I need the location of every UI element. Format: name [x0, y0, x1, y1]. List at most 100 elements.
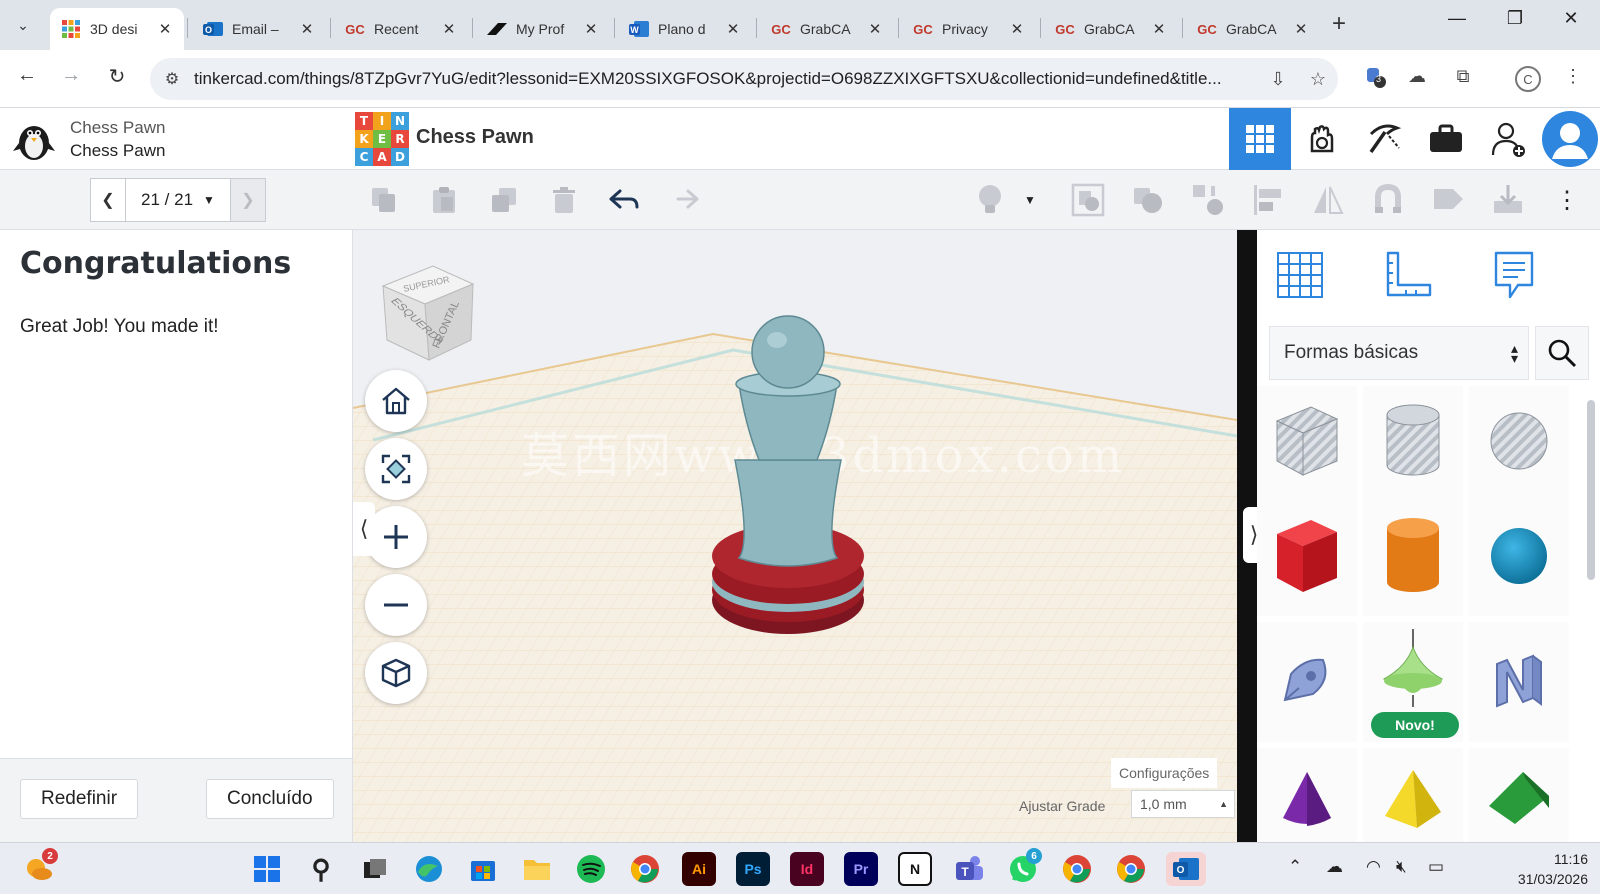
- task-view-button[interactable]: [358, 852, 392, 886]
- chess-pawn-model[interactable]: [703, 312, 873, 642]
- site-info-icon[interactable]: ⚙: [150, 69, 194, 89]
- delete-button[interactable]: [544, 180, 584, 220]
- start-button[interactable]: [250, 852, 284, 886]
- workplane-magnet-button[interactable]: [1368, 180, 1408, 220]
- edge-app[interactable]: [412, 852, 446, 886]
- align-button[interactable]: [1248, 180, 1288, 220]
- tab-plano[interactable]: W Plano d ✕: [618, 8, 752, 50]
- redo-button[interactable]: [664, 180, 704, 220]
- shape-pyramid[interactable]: [1363, 748, 1463, 842]
- lightbulb-button[interactable]: [970, 180, 1010, 220]
- system-clock[interactable]: 11:16 31/03/2026: [1488, 849, 1588, 889]
- workplane-tool-button[interactable]: [1269, 244, 1331, 306]
- install-app-icon[interactable]: ⇩: [1258, 69, 1298, 90]
- notion-app[interactable]: N: [898, 852, 932, 886]
- volume-muted-icon[interactable]: 🔇︎: [1396, 857, 1407, 877]
- tinkercad-logo[interactable]: T I N K E R C A D: [355, 112, 409, 166]
- workplane-viewport[interactable]: 莫西网www.3dmox.com SUPERIOR ESQUERDA FRONT…: [353, 230, 1237, 842]
- outlook-app[interactable]: O: [1166, 852, 1206, 886]
- collapse-lesson-panel-button[interactable]: ⟨: [353, 502, 375, 556]
- done-button[interactable]: Concluído: [206, 779, 334, 819]
- forward-icon[interactable]: →: [56, 64, 86, 87]
- paste-button[interactable]: [424, 180, 464, 220]
- undo-button[interactable]: [604, 180, 644, 220]
- notes-tool-button[interactable]: [1483, 244, 1545, 306]
- shape-cone[interactable]: [1257, 748, 1357, 842]
- user-avatar[interactable]: [1539, 108, 1600, 170]
- more-options-button[interactable]: ⋮: [1552, 180, 1582, 220]
- new-tab-button[interactable]: +: [1332, 10, 1346, 38]
- shape-sphere[interactable]: [1469, 496, 1569, 616]
- onedrive-icon[interactable]: ☁: [1326, 857, 1343, 877]
- projects-button[interactable]: [1415, 108, 1477, 170]
- close-icon[interactable]: ✕: [1150, 20, 1168, 38]
- shape-scribble[interactable]: [1257, 622, 1357, 742]
- cruise-button[interactable]: [1188, 180, 1228, 220]
- tab-grabcad-1[interactable]: GC GrabCA ✕: [760, 8, 894, 50]
- profile-avatar[interactable]: C: [1515, 66, 1541, 92]
- shape-search-button[interactable]: [1535, 326, 1589, 380]
- shape-category-select[interactable]: Formas básicas ▴ ▾: [1269, 326, 1529, 380]
- duplicate-button[interactable]: [484, 180, 524, 220]
- note-button[interactable]: [1428, 180, 1468, 220]
- close-icon[interactable]: ✕: [1008, 20, 1026, 38]
- snap-grid-select[interactable]: 1,0 mm ▲: [1131, 790, 1235, 818]
- tab-my-profile[interactable]: My Prof ✕: [476, 8, 610, 50]
- url-text[interactable]: tinkercad.com/things/8TZpGvr7YuG/edit?le…: [194, 69, 1258, 89]
- tab-grabcad-2[interactable]: GC GrabCA ✕: [1044, 8, 1178, 50]
- tab-3d-design[interactable]: 3D desi ✕: [50, 8, 184, 50]
- chrome-active-app[interactable]: [1114, 852, 1148, 886]
- indesign-app[interactable]: Id: [790, 852, 824, 886]
- minimize-icon[interactable]: —: [1434, 8, 1480, 29]
- file-explorer-app[interactable]: [520, 852, 554, 886]
- ruler-tool-button[interactable]: [1377, 244, 1439, 306]
- group-button[interactable]: [1068, 180, 1108, 220]
- design-title[interactable]: Chess Pawn: [416, 126, 534, 149]
- whatsapp-app[interactable]: 6: [1006, 848, 1042, 886]
- store-app[interactable]: [466, 852, 500, 886]
- ungroup-button[interactable]: [1128, 180, 1168, 220]
- shapes-scrollbar[interactable]: [1587, 400, 1595, 580]
- chrome-profile-app[interactable]: [1060, 852, 1094, 886]
- previous-step-button[interactable]: ❮: [90, 178, 126, 222]
- tab-privacy[interactable]: GC Privacy ✕: [902, 8, 1036, 50]
- spotify-app[interactable]: [574, 852, 608, 886]
- invite-user-button[interactable]: [1477, 108, 1539, 170]
- photoshop-app[interactable]: Ps: [736, 852, 770, 886]
- puzzle-extensions-icon[interactable]: ⧉: [1448, 66, 1478, 87]
- step-counter-dropdown[interactable]: 21 / 21 ▼: [126, 178, 230, 222]
- menu-kebab-icon[interactable]: ⋮: [1558, 66, 1588, 87]
- 3d-design-view-button[interactable]: [1229, 108, 1291, 170]
- close-icon[interactable]: ✕: [156, 20, 174, 38]
- teams-app[interactable]: T: [952, 852, 986, 886]
- copy-button[interactable]: [364, 180, 404, 220]
- lightbulb-dropdown[interactable]: ▼: [1018, 180, 1042, 220]
- shape-box[interactable]: [1257, 496, 1357, 616]
- home-view-button[interactable]: [365, 370, 427, 432]
- tab-grabcad-3[interactable]: GC GrabCA ✕: [1186, 8, 1320, 50]
- extension-icon[interactable]: 3: [1360, 66, 1390, 93]
- close-icon[interactable]: ✕: [724, 20, 742, 38]
- close-icon[interactable]: ✕: [1292, 20, 1310, 38]
- address-bar[interactable]: ⚙ tinkercad.com/things/8TZpGvr7YuG/edit?…: [150, 58, 1338, 100]
- fit-view-button[interactable]: [365, 438, 427, 500]
- premiere-app[interactable]: Pr: [844, 852, 878, 886]
- close-icon[interactable]: ✕: [298, 20, 316, 38]
- tab-recent[interactable]: GC Recent ✕: [334, 8, 468, 50]
- shape-box-hole[interactable]: [1257, 386, 1357, 496]
- close-icon[interactable]: ✕: [582, 20, 600, 38]
- reset-button[interactable]: Redefinir: [20, 779, 139, 819]
- tab-email[interactable]: O Email – ✕: [192, 8, 326, 50]
- close-window-icon[interactable]: ✕: [1548, 8, 1594, 29]
- tab-search-icon[interactable]: ⌄: [8, 10, 38, 40]
- show-hidden-icons-chevron-icon[interactable]: ⌃: [1288, 857, 1302, 877]
- shape-cylinder-hole[interactable]: [1363, 386, 1463, 496]
- zoom-out-button[interactable]: [365, 574, 427, 636]
- perspective-toggle-button[interactable]: [365, 642, 427, 704]
- illustrator-app[interactable]: Ai: [682, 852, 716, 886]
- minecraft-button[interactable]: [1353, 108, 1415, 170]
- bookmark-star-icon[interactable]: ☆: [1298, 69, 1338, 90]
- next-step-button[interactable]: ❯: [230, 178, 266, 222]
- chrome-app[interactable]: [628, 852, 662, 886]
- back-icon[interactable]: ←: [12, 64, 42, 87]
